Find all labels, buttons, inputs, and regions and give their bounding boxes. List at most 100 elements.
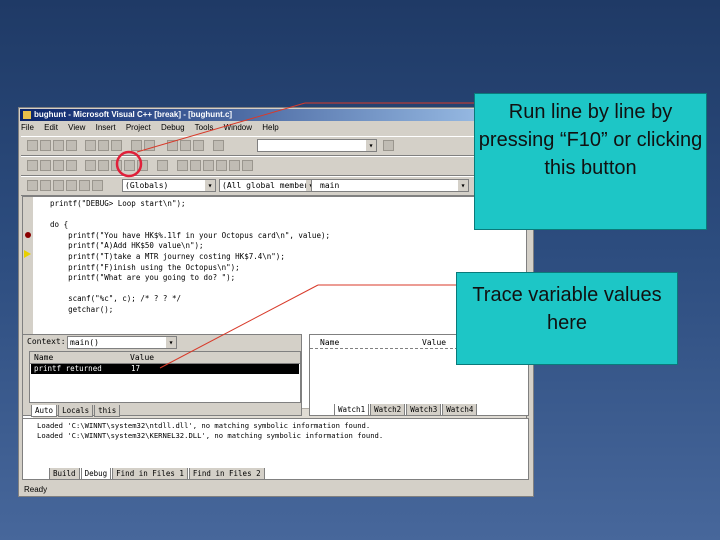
open-file-icon[interactable]: [40, 140, 51, 151]
output-window-icon[interactable]: [180, 140, 191, 151]
menu-window[interactable]: Window: [224, 123, 252, 132]
tab-auto[interactable]: Auto: [31, 405, 58, 417]
code-line: printf("F)inish using the Octopus\n");: [41, 262, 240, 272]
context-label: Context:: [27, 337, 66, 346]
watch-tabs: Watch1 Watch2 Watch3 Watch4: [334, 404, 528, 416]
window-list-icon[interactable]: [193, 140, 204, 151]
window-title: bughunt - Microsoft Visual C++ [break] -…: [34, 110, 233, 119]
wizard-bar: (Globals) (All global members main: [21, 176, 531, 196]
output-line: Loaded 'C:\WINNT\system32\KERNEL32.DLL',…: [37, 431, 384, 440]
copy-icon[interactable]: [98, 140, 109, 151]
new-file-icon[interactable]: [27, 140, 38, 151]
variables-col-value[interactable]: Value: [130, 352, 154, 363]
show-next-statement-icon[interactable]: [85, 160, 96, 171]
stop-build-icon[interactable]: [66, 180, 77, 191]
code-line: scanf("%c", c); /* ? ? */: [41, 294, 181, 304]
breakpoint-icon[interactable]: [92, 180, 103, 191]
step-over-icon[interactable]: [111, 160, 122, 171]
find-combo[interactable]: [257, 139, 377, 152]
break-execution-icon[interactable]: [53, 160, 64, 171]
disassembly-icon[interactable]: [242, 160, 253, 171]
code-line: printf("What are you going to do? ");: [41, 273, 236, 283]
output-window: Loaded 'C:\WINNT\system32\ntdll.dll', no…: [22, 418, 529, 480]
menu-insert[interactable]: Insert: [96, 123, 116, 132]
variables-header: Name Value: [30, 352, 300, 364]
quick-watch-icon[interactable]: [157, 160, 168, 171]
source-code[interactable]: printf("DEBUG> Loop start\n"); do { prin…: [41, 199, 330, 316]
menu-edit[interactable]: Edit: [44, 123, 58, 132]
menu-file[interactable]: File: [21, 123, 34, 132]
apply-code-changes-icon[interactable]: [66, 160, 77, 171]
code-line: printf("T)take a MTR journey costing HK$…: [41, 251, 285, 261]
menu-debug[interactable]: Debug: [161, 123, 185, 132]
variable-name: printf returned: [34, 364, 102, 373]
code-line: printf("DEBUG> Loop start\n");: [41, 199, 186, 208]
restart-icon[interactable]: [27, 160, 38, 171]
class-wizard-icon[interactable]: [27, 180, 38, 191]
menu-project[interactable]: Project: [126, 123, 151, 132]
menu-bar: File Edit View Insert Project Debug Tool…: [21, 123, 531, 135]
standard-toolbar: [21, 136, 531, 156]
compile-icon[interactable]: [53, 180, 64, 191]
find-in-files-icon[interactable]: [213, 140, 224, 151]
tab-build[interactable]: Build: [49, 468, 80, 480]
save-all-icon[interactable]: [66, 140, 77, 151]
tab-watch1[interactable]: Watch1: [334, 404, 370, 416]
watch-window-icon[interactable]: [177, 160, 188, 171]
variables-tabs: Auto Locals this: [31, 405, 301, 417]
save-icon[interactable]: [53, 140, 64, 151]
variables-grid: Name Value printf returned 17: [29, 351, 301, 403]
output-line: Loaded 'C:\WINNT\system32\ntdll.dll', no…: [37, 421, 371, 430]
workspace-icon[interactable]: [167, 140, 178, 151]
tab-find-in-files-2[interactable]: Find in Files 2: [188, 468, 265, 480]
run-to-cursor-icon[interactable]: [137, 160, 148, 171]
output-tabs: Build Debug Find in Files 1 Find in Files 2: [49, 468, 528, 480]
current-line-arrow-icon: [24, 250, 31, 258]
variables-col-name[interactable]: Name: [34, 352, 53, 363]
variables-window-icon[interactable]: [190, 160, 201, 171]
app-icon: [23, 111, 31, 119]
members-combo[interactable]: (All global members: [219, 179, 317, 192]
find-icon[interactable]: [383, 140, 394, 151]
paste-icon[interactable]: [111, 140, 122, 151]
cut-icon[interactable]: [85, 140, 96, 151]
undo-icon[interactable]: [131, 140, 142, 151]
watch-col-name[interactable]: Name: [320, 337, 339, 348]
code-line: getchar();: [41, 304, 114, 314]
variable-value: 17: [131, 364, 141, 373]
context-combo[interactable]: (Globals): [122, 179, 216, 192]
status-bar: Ready: [20, 484, 532, 495]
go-icon[interactable]: [79, 180, 90, 191]
tab-watch3[interactable]: Watch3: [406, 404, 442, 416]
menu-help[interactable]: Help: [262, 123, 278, 132]
variables-window: Context: main() Name Value printf return…: [22, 334, 302, 417]
build-icon[interactable]: [40, 180, 51, 191]
menu-view[interactable]: View: [68, 123, 85, 132]
call-stack-icon[interactable]: [229, 160, 240, 171]
status-text: Ready: [24, 485, 48, 494]
table-row[interactable]: printf returned 17: [31, 364, 299, 374]
code-line: printf("A)Add HK$50 value\n");: [41, 241, 204, 251]
step-out-icon[interactable]: [124, 160, 135, 171]
redo-icon[interactable]: [144, 140, 155, 151]
tab-debug[interactable]: Debug: [80, 468, 112, 480]
menu-tools[interactable]: Tools: [195, 123, 214, 132]
output-text[interactable]: Loaded 'C:\WINNT\system32\ntdll.dll', no…: [37, 421, 528, 441]
tab-watch4[interactable]: Watch4: [442, 404, 478, 416]
registers-icon[interactable]: [203, 160, 214, 171]
watch-col-value[interactable]: Value: [422, 337, 446, 348]
tab-this[interactable]: this: [94, 405, 121, 417]
tab-find-in-files-1[interactable]: Find in Files 1: [112, 468, 188, 480]
tab-locals[interactable]: Locals: [58, 405, 94, 417]
step-into-icon[interactable]: [98, 160, 109, 171]
code-line: printf("You have HK$%.1lf in your Octopu…: [41, 230, 330, 240]
title-bar: bughunt - Microsoft Visual C++ [break] -…: [20, 109, 532, 121]
debug-toolbar: [21, 156, 531, 176]
function-combo[interactable]: main: [311, 179, 469, 192]
tab-watch2[interactable]: Watch2: [370, 404, 406, 416]
breakpoint-marker-icon[interactable]: [25, 232, 31, 238]
variables-context-combo[interactable]: main(): [67, 336, 177, 349]
stop-debugging-icon[interactable]: [40, 160, 51, 171]
memory-icon[interactable]: [216, 160, 227, 171]
run-line-callout: Run line by line by pressing “F10” or cl…: [474, 93, 707, 230]
